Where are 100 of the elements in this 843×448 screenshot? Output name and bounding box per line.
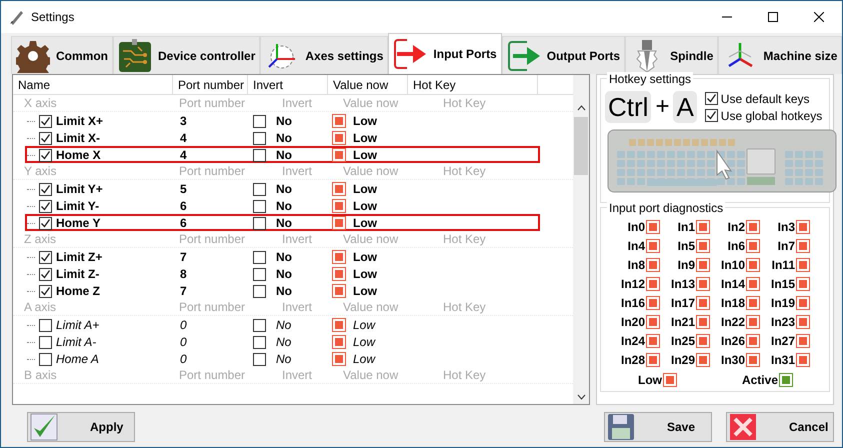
port-number: 0: [179, 318, 188, 332]
checkbox[interactable]: [39, 200, 52, 212]
value-now: Low: [353, 335, 376, 349]
legend-label: Active: [742, 373, 778, 387]
column-header[interactable]: Port number: [173, 75, 248, 94]
value-now: Low: [353, 284, 377, 298]
group-column-label: Value now: [342, 368, 400, 382]
input-label: In19: [770, 296, 795, 310]
invert-value: No: [276, 131, 292, 145]
table-row[interactable]: Limit X+ 3 No Low: [25, 112, 540, 129]
checkbox[interactable]: [253, 336, 266, 348]
scroll-up-icon[interactable]: [576, 105, 586, 111]
port-name: Limit Z-: [56, 267, 100, 281]
input-label: In7: [778, 239, 795, 253]
group-column-label: Hot Key: [442, 96, 487, 110]
checkbox[interactable]: [39, 182, 52, 196]
port-name: Limit Y+: [56, 182, 103, 196]
group-column-label: Port number: [178, 164, 246, 178]
input-label: In30: [720, 353, 745, 367]
group-title: Hotkey settings: [607, 72, 694, 86]
checkbox[interactable]: [39, 284, 52, 298]
checkbox[interactable]: [253, 318, 266, 332]
invert-value: No: [276, 318, 292, 332]
checkbox[interactable]: [39, 114, 52, 128]
table-row[interactable]: Limit A+ 0 No Low: [25, 316, 540, 333]
apply-button[interactable]: Apply: [27, 412, 135, 442]
port-number: 4: [179, 148, 188, 162]
input-label: In21: [670, 315, 695, 329]
checkbox[interactable]: [253, 352, 266, 366]
input-label: In3: [778, 220, 795, 234]
tab[interactable]: Device controller: [113, 36, 260, 74]
group-column-label: Invert: [281, 232, 314, 246]
checkbox[interactable]: [39, 132, 52, 144]
tab[interactable]: Common: [11, 36, 113, 74]
highlighted-row[interactable]: Home X 4 No Low: [25, 146, 540, 163]
checkbox[interactable]: [39, 216, 52, 230]
checkbox-label[interactable]: Use global hotkeys: [720, 108, 822, 122]
checkbox[interactable]: [39, 250, 52, 264]
value-now: Low: [353, 352, 376, 366]
checkbox[interactable]: [253, 284, 266, 298]
input-label: In12: [620, 277, 645, 291]
checkbox[interactable]: [253, 132, 266, 144]
group-label: X axis: [23, 96, 58, 110]
input-label: In14: [720, 277, 745, 291]
table-row[interactable]: Limit Z+ 7 No Low: [25, 248, 540, 265]
port-name: Limit A+: [56, 318, 100, 332]
table-row[interactable]: Limit Z- 8 No Low: [25, 265, 540, 282]
checkbox[interactable]: [253, 114, 266, 128]
tab[interactable]: Spindle: [625, 36, 718, 74]
tab[interactable]: Output Ports: [502, 36, 626, 74]
close-icon: [814, 12, 824, 22]
cancel-button[interactable]: Cancel: [726, 412, 834, 442]
checkbox[interactable]: [253, 200, 266, 212]
group-column-label: Port number: [178, 96, 246, 110]
input-label: In31: [770, 353, 795, 367]
checkbox[interactable]: [39, 318, 52, 332]
port-name: Home Z: [56, 284, 100, 298]
table-row[interactable]: Limit Y- 6 No Low: [25, 197, 540, 214]
input-label: In9: [678, 258, 695, 272]
group-label: Z axis: [23, 232, 58, 246]
key-cap: Ctrl: [605, 91, 652, 123]
table-row[interactable]: Limit Y+ 5 No Low: [25, 180, 540, 197]
tab[interactable]: Axes settings: [260, 36, 388, 74]
checkbox[interactable]: [253, 216, 266, 230]
port-number: 5: [179, 182, 188, 196]
scroll-down-icon[interactable]: [576, 394, 586, 400]
save-button[interactable]: Save: [604, 412, 712, 442]
table-row[interactable]: Home Z 7 No Low: [25, 282, 540, 299]
checkbox[interactable]: [704, 109, 718, 122]
checkbox[interactable]: [253, 268, 266, 280]
input-label: In2: [728, 220, 745, 234]
table-row[interactable]: Home A 0 No Low: [25, 350, 540, 367]
invert-value: No: [276, 267, 292, 281]
table-row[interactable]: Limit A- 0 No Low: [25, 333, 540, 350]
tab[interactable]: Input Ports: [388, 33, 502, 74]
checkbox[interactable]: [704, 92, 718, 105]
checkbox-label[interactable]: Use default keys: [720, 92, 810, 106]
checkbox[interactable]: [253, 250, 266, 264]
table-row[interactable]: Limit X- 4 No Low: [25, 129, 540, 146]
value-now: Low: [353, 216, 377, 230]
port-number: 3: [179, 114, 188, 128]
column-header[interactable]: Name: [13, 75, 173, 94]
value-now: Low: [353, 131, 377, 145]
column-header[interactable]: Hot Key: [408, 75, 538, 94]
scrollbar[interactable]: [573, 75, 589, 404]
input-label: In13: [670, 277, 695, 291]
checkbox[interactable]: [253, 148, 266, 162]
checkbox[interactable]: [39, 336, 52, 348]
scrollbar-thumb[interactable]: [574, 117, 588, 175]
column-header[interactable]: Value now: [328, 75, 408, 94]
port-number: 0: [179, 352, 188, 366]
checkbox[interactable]: [39, 352, 52, 366]
invert-value: No: [276, 352, 292, 366]
checkbox[interactable]: [39, 148, 52, 162]
checkbox[interactable]: [253, 182, 266, 196]
cancel-icon: [729, 413, 757, 441]
column-header[interactable]: Invert: [248, 75, 328, 94]
checkbox[interactable]: [39, 268, 52, 280]
tab[interactable]: Machine size: [718, 36, 842, 74]
highlighted-row[interactable]: Home Y 6 No Low: [25, 214, 540, 231]
